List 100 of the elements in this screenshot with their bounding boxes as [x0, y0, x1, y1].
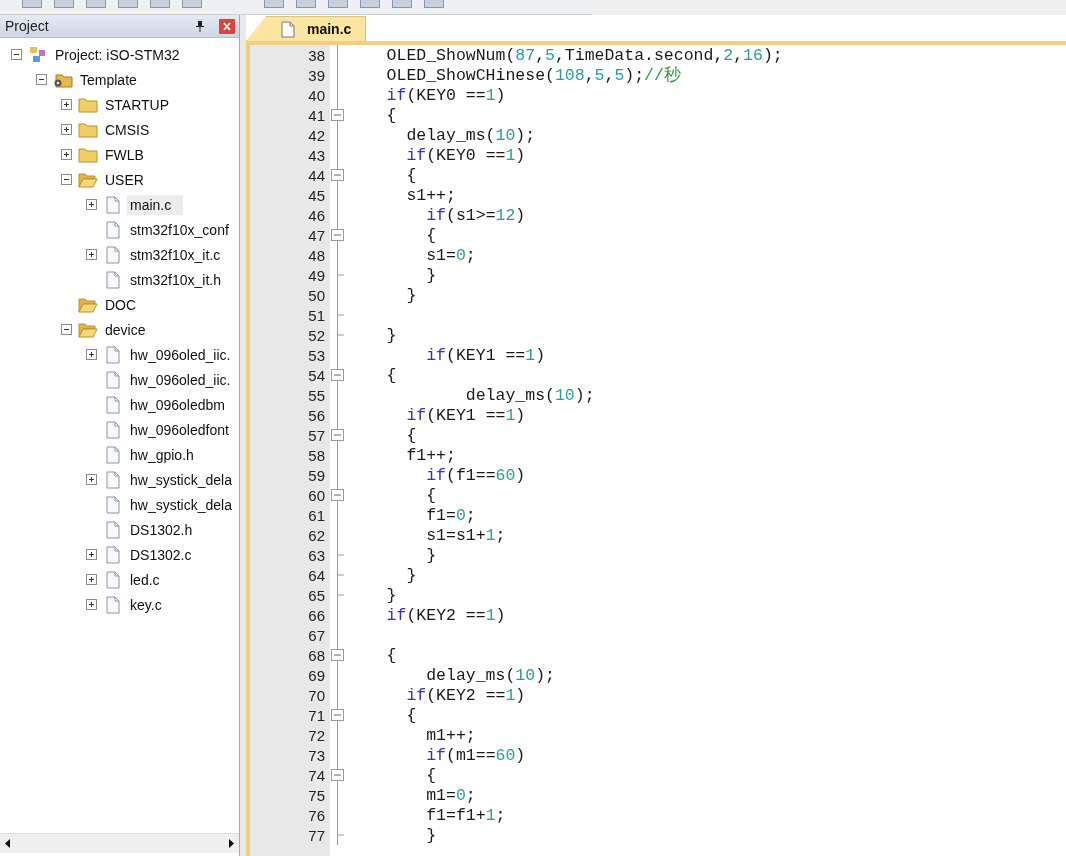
expand-icon[interactable]	[61, 99, 72, 110]
code-line: {	[405, 425, 417, 445]
line-number: 71	[307, 706, 326, 724]
fold-end-tick	[338, 574, 344, 576]
code-line: {	[425, 765, 437, 785]
tree-item[interactable]: key.c	[127, 594, 165, 615]
line-number: 75	[307, 786, 326, 804]
line-number: 67	[307, 626, 326, 644]
code-line: {	[425, 485, 437, 505]
tree-item[interactable]: hw_096oledfont	[127, 419, 232, 440]
code-line: if(f1==60)	[425, 465, 526, 485]
file-icon	[105, 470, 121, 489]
expand-icon[interactable]	[86, 349, 97, 360]
line-number: 70	[307, 686, 326, 704]
open-folder-icon	[78, 296, 98, 313]
code-line: f1++;	[405, 445, 456, 465]
tree-item[interactable]: device	[102, 319, 149, 340]
tree-item[interactable]: USER	[102, 169, 147, 190]
code-line: {	[405, 705, 417, 725]
file-icon	[105, 245, 121, 264]
line-number: 40	[307, 86, 326, 104]
line-number: 46	[307, 206, 326, 224]
folder-icon	[78, 146, 98, 163]
file-tab[interactable]: main.c	[246, 16, 367, 41]
tree-item[interactable]: stm32f10x_it.c	[127, 244, 224, 265]
fold-collapse-icon[interactable]	[331, 769, 344, 781]
tree-item[interactable]: hw_096oled_iic.	[127, 344, 234, 365]
fold-collapse-icon[interactable]	[331, 429, 344, 441]
expand-icon[interactable]	[86, 574, 97, 585]
collapse-icon[interactable]	[61, 324, 72, 335]
fold-collapse-icon[interactable]	[331, 649, 344, 661]
line-number: 63	[307, 546, 326, 564]
tree-item[interactable]: main.c	[127, 194, 184, 215]
tree-item[interactable]: hw_systick_dela	[127, 494, 235, 515]
collapse-icon[interactable]	[61, 174, 72, 185]
code-line: if(KEY0 ==1)	[385, 85, 506, 105]
fold-collapse-icon[interactable]	[331, 229, 344, 241]
line-number: 45	[307, 186, 326, 204]
tree-item[interactable]: hw_systick_dela	[127, 469, 235, 490]
code-line: if(s1>=12)	[425, 205, 526, 225]
code-line: s1=s1+1;	[425, 525, 506, 545]
code-line: f1=0;	[425, 505, 476, 525]
fold-collapse-icon[interactable]	[331, 709, 344, 721]
fold-end-tick	[338, 274, 344, 276]
code-line: }	[425, 265, 437, 285]
code-line: if(KEY0 ==1)	[405, 145, 526, 165]
tree-item[interactable]: DOC	[102, 294, 140, 315]
file-icon	[105, 195, 121, 214]
tree-item[interactable]: DS1302.h	[127, 519, 196, 540]
tree-item[interactable]: hw_gpio.h	[127, 444, 197, 465]
line-number: 72	[307, 726, 326, 744]
line-number: 53	[307, 346, 326, 364]
tree-item[interactable]: CMSIS	[102, 119, 153, 140]
code-line: delay_ms(10);	[405, 125, 536, 145]
tree-item[interactable]: hw_096oled_iic.	[127, 369, 234, 390]
fold-collapse-icon[interactable]	[331, 109, 344, 121]
tree-item[interactable]: Template	[77, 69, 140, 90]
tree-item[interactable]: FWLB	[102, 144, 147, 165]
line-number: 56	[307, 406, 326, 424]
line-number: 74	[307, 766, 326, 784]
fold-collapse-icon[interactable]	[331, 169, 344, 181]
gear-folder-icon	[53, 71, 73, 88]
line-number: 69	[307, 666, 326, 684]
file-icon	[105, 345, 121, 364]
line-number: 38	[307, 46, 326, 64]
line-number: 58	[307, 446, 326, 464]
line-number: 64	[307, 566, 326, 584]
collapse-icon[interactable]	[36, 74, 47, 85]
tree-item[interactable]: STARTUP	[102, 94, 173, 115]
tree-item[interactable]: Project: iSO-STM32	[52, 44, 183, 65]
file-icon	[105, 520, 121, 539]
close-icon[interactable]	[219, 18, 235, 34]
line-number: 59	[307, 466, 326, 484]
tree-item[interactable]: led.c	[127, 569, 163, 590]
tree-item[interactable]: stm32f10x_it.h	[127, 269, 225, 290]
expand-icon[interactable]	[86, 599, 97, 610]
tree-item[interactable]: hw_096oledbm	[127, 394, 228, 415]
code-line: {	[385, 645, 397, 665]
file-icon	[281, 20, 295, 38]
horizontal-scrollbar[interactable]	[0, 833, 239, 853]
line-number: 68	[307, 646, 326, 664]
fold-collapse-icon[interactable]	[331, 489, 344, 501]
expand-icon[interactable]	[86, 249, 97, 260]
tree-item[interactable]: stm32f10x_conf	[127, 219, 232, 240]
code-line: delay_ms(10);	[464, 385, 595, 405]
tree-item[interactable]: DS1302.c	[127, 544, 195, 565]
expand-icon[interactable]	[61, 149, 72, 160]
line-number: 52	[307, 326, 326, 344]
pin-icon[interactable]	[195, 20, 205, 32]
expand-icon[interactable]	[86, 549, 97, 560]
code-line: OLED_ShowNum(87,5,TimeData.second,2,16);	[385, 45, 783, 65]
fold-collapse-icon[interactable]	[331, 369, 344, 381]
file-icon	[105, 220, 121, 239]
expand-icon[interactable]	[86, 474, 97, 485]
collapse-icon[interactable]	[11, 49, 22, 60]
file-icon	[105, 270, 121, 289]
expand-icon[interactable]	[61, 124, 72, 135]
file-icon	[105, 545, 121, 564]
expand-icon[interactable]	[86, 199, 97, 210]
line-number: 76	[307, 806, 326, 824]
